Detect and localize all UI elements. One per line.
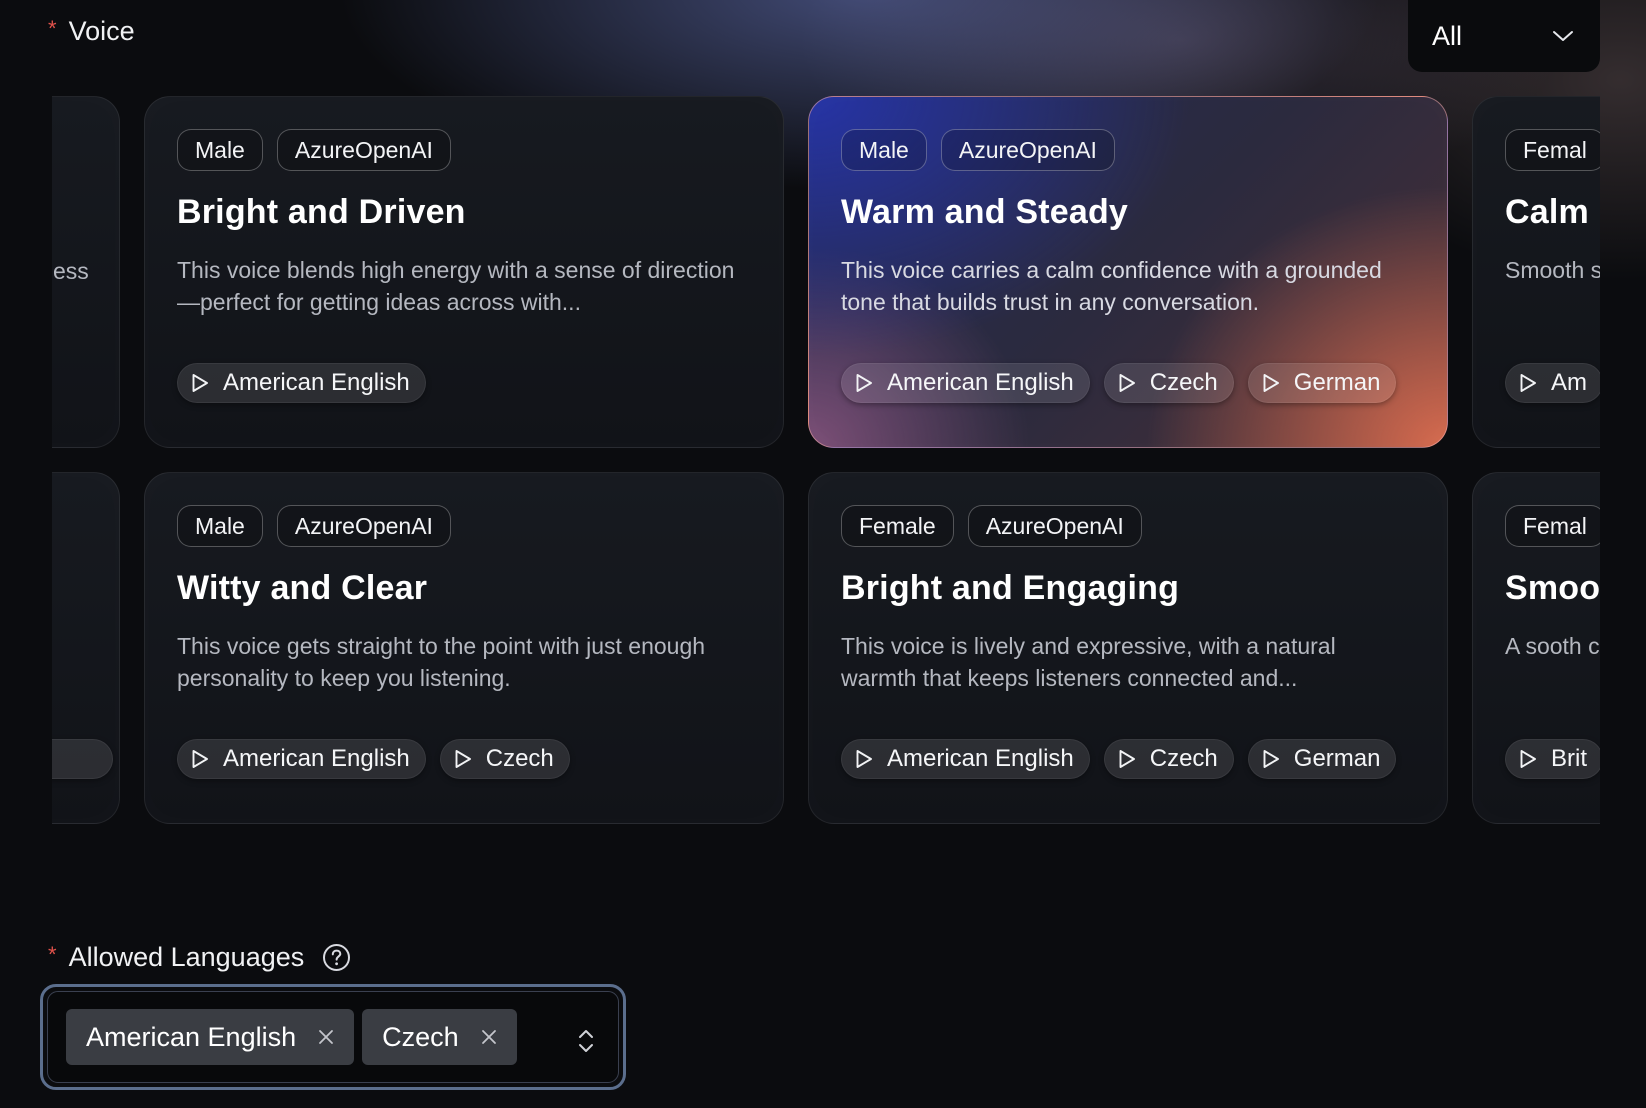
voice-filter-dropdown[interactable]: All <box>1408 0 1600 72</box>
gender-tag: Male <box>177 505 263 547</box>
voice-label: Voice <box>68 16 135 46</box>
card-tags: Femal <box>1505 129 1600 171</box>
voice-carousel[interactable]: ess Male AzureOpenAI Bright and Driven This… <box>52 96 1600 836</box>
language-preview-label: Brit <box>1551 745 1587 772</box>
card-description: Smooth subtly r <box>1505 257 1600 283</box>
card-title: Bright and Driven <box>177 193 466 231</box>
language-preview-label: Am <box>1551 369 1587 396</box>
provider-tag: AzureOpenAI <box>276 505 451 547</box>
close-icon[interactable] <box>481 1029 497 1045</box>
required-marker: * <box>48 16 57 41</box>
play-icon <box>191 373 209 393</box>
allowed-languages-field[interactable]: American English Czech <box>47 991 619 1083</box>
language-preview-button[interactable]: American English <box>841 363 1090 403</box>
language-preview-button[interactable]: Brit <box>1505 739 1600 779</box>
gender-tag: Female <box>841 505 954 547</box>
filter-value: All <box>1432 20 1463 51</box>
provider-tag: AzureOpenAI <box>940 129 1115 171</box>
card-language-previews: American English Czech German <box>841 363 1397 403</box>
play-icon <box>1262 749 1280 769</box>
required-marker: * <box>48 942 57 967</box>
chip-label: Czech <box>382 1021 459 1052</box>
card-tags: Female AzureOpenAI <box>841 505 1415 547</box>
voice-card[interactable]: Male AzureOpenAI Warm and Steady This voice… <box>808 96 1448 448</box>
gender-tag: Male <box>177 129 263 171</box>
card-description: This voice blends high energy with a sen… <box>177 257 735 315</box>
voice-card[interactable]: Male AzureOpenAI Witty and Clear This voice… <box>144 472 784 824</box>
card-tags: Male AzureOpenAI <box>841 129 1415 171</box>
language-preview-label: American English <box>223 369 410 396</box>
voice-card[interactable]: Male AzureOpenAI Bright and Driven This voi… <box>144 96 784 448</box>
language-preview-label: German <box>1293 745 1381 772</box>
allowed-languages-label-row: * Allowed Languages <box>48 942 351 973</box>
card-title: Warm and Steady <box>841 193 1129 231</box>
card-title: Calm <box>1505 193 1589 231</box>
play-icon <box>1118 749 1136 769</box>
gender-tag: Male <box>841 129 927 171</box>
language-chip: American English <box>66 1009 355 1065</box>
play-icon <box>1262 373 1280 393</box>
language-preview-button[interactable]: American English <box>177 363 426 403</box>
language-preview-button[interactable]: Czech <box>1103 363 1234 403</box>
play-icon <box>855 749 873 769</box>
chip-label: American English <box>86 1021 297 1052</box>
card-title: Smoo <box>1505 569 1600 607</box>
gender-tag: Femal <box>1505 505 1600 547</box>
card-description: This voice is lively and expressive, wit… <box>841 633 1336 691</box>
card-language-previews: Brit <box>1505 739 1600 779</box>
language-preview-button[interactable] <box>52 739 113 779</box>
play-icon <box>191 749 209 769</box>
card-title: Bright and Engaging <box>841 569 1180 607</box>
card-description-fragment: ess <box>53 258 89 284</box>
card-language-previews: Am <box>1505 363 1600 403</box>
language-preview-button[interactable]: Czech <box>439 739 570 779</box>
provider-tag: AzureOpenAI <box>967 505 1142 547</box>
language-preview-button[interactable]: German <box>1247 363 1397 403</box>
voice-card[interactable]: Femal Smoo A sooth calm, cl Brit <box>1472 472 1600 824</box>
voice-card-partial-left[interactable] <box>52 472 120 824</box>
play-icon <box>855 373 873 393</box>
card-language-previews: American English Czech <box>177 739 570 779</box>
card-description: This voice carries a calm confidence wit… <box>841 257 1382 315</box>
card-language-previews: American English <box>177 363 426 403</box>
voice-card[interactable]: Femal Calm Smooth subtly r Am <box>1472 96 1600 448</box>
language-chip: Czech <box>362 1009 517 1065</box>
play-icon <box>1118 373 1136 393</box>
gender-tag: Femal <box>1505 129 1600 171</box>
language-preview-label: American English <box>223 745 410 772</box>
language-preview-label: American English <box>887 369 1074 396</box>
language-preview-button[interactable]: Czech <box>1103 739 1234 779</box>
play-icon <box>454 749 472 769</box>
language-preview-button[interactable]: American English <box>177 739 426 779</box>
close-icon[interactable] <box>318 1029 334 1045</box>
allowed-languages-select[interactable]: American English Czech <box>40 984 626 1090</box>
language-preview-button[interactable]: American English <box>841 739 1090 779</box>
card-tags: Femal <box>1505 505 1600 547</box>
voice-label-row: * Voice <box>48 16 135 47</box>
language-preview-button[interactable]: German <box>1247 739 1397 779</box>
language-preview-label: Czech <box>1149 745 1218 772</box>
card-tags: Male AzureOpenAI <box>177 505 751 547</box>
language-preview-button[interactable]: Am <box>1505 363 1600 403</box>
card-tags: Male AzureOpenAI <box>177 129 751 171</box>
card-title: Witty and Clear <box>177 569 428 607</box>
voice-card-partial-left[interactable]: ess <box>52 96 120 448</box>
play-icon <box>1519 373 1537 393</box>
play-icon <box>1519 749 1537 769</box>
language-preview-label: German <box>1293 369 1381 396</box>
allowed-languages-label: Allowed Languages <box>68 942 305 972</box>
language-preview-label: American English <box>887 745 1074 772</box>
chevron-up-down-icon[interactable] <box>576 1026 596 1056</box>
voice-card[interactable]: Female AzureOpenAI Bright and Engaging This… <box>808 472 1448 824</box>
chevron-down-icon <box>1552 29 1574 43</box>
card-language-previews: American English Czech German <box>841 739 1397 779</box>
provider-tag: AzureOpenAI <box>276 129 451 171</box>
card-description: A sooth calm, cl <box>1505 633 1600 659</box>
language-preview-label: Czech <box>485 745 554 772</box>
help-circle-icon[interactable] <box>322 943 351 972</box>
language-preview-label: Czech <box>1149 369 1218 396</box>
card-description: This voice gets straight to the point wi… <box>177 633 706 691</box>
